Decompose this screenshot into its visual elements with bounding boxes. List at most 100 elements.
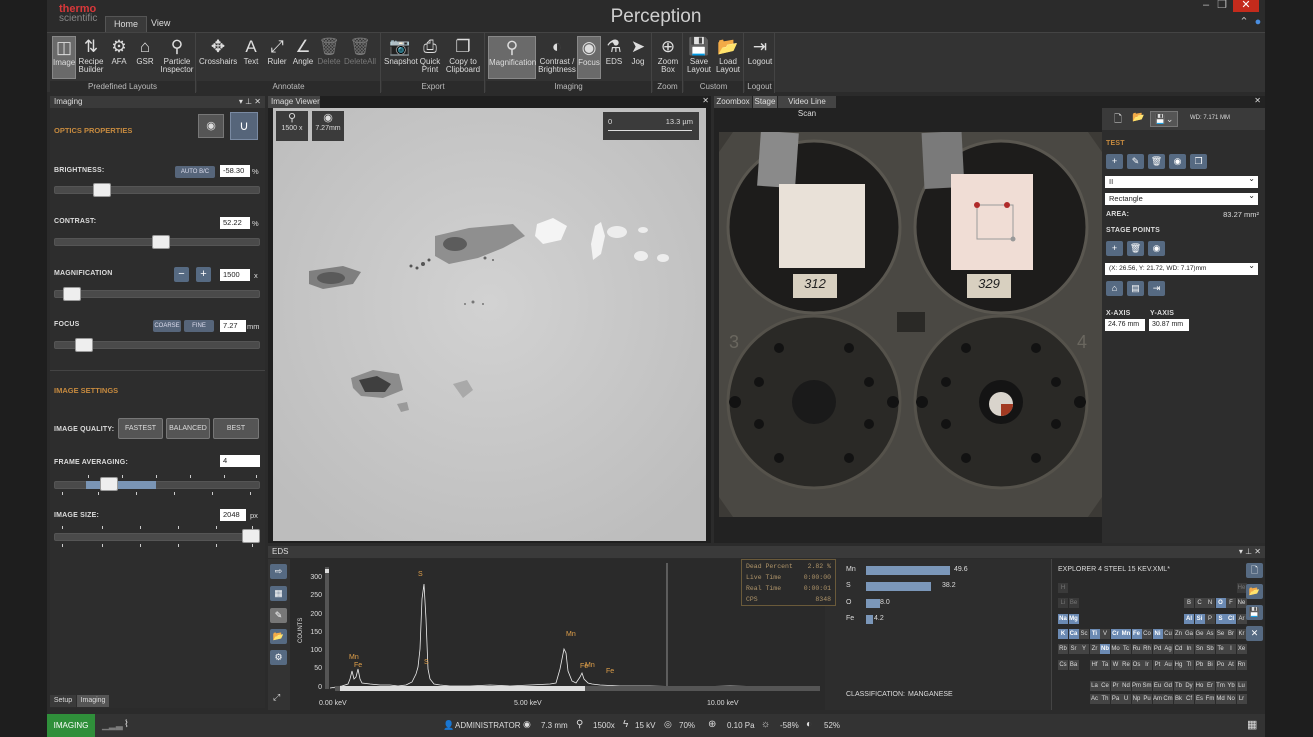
element-rh[interactable]: Rh — [1142, 644, 1152, 655]
save-layout-button[interactable]: 💾 Save Layout — [686, 36, 712, 79]
copy-clipboard-button[interactable]: ❐ Copy to Clipboard — [444, 36, 482, 79]
element-po[interactable]: Po — [1215, 659, 1226, 670]
energy-scroll-thumb[interactable] — [340, 686, 585, 691]
element-zn[interactable]: Zn — [1173, 628, 1184, 639]
quality-balanced-button[interactable]: BALANCED — [166, 418, 210, 439]
element-sb[interactable]: Sb — [1205, 644, 1215, 655]
delete-point-button[interactable]: 🗑 — [1127, 241, 1144, 256]
element-fe[interactable]: Fe — [1131, 628, 1142, 639]
close-icon[interactable]: ✕ — [1254, 96, 1261, 105]
magnification-button[interactable]: ⚲ Magnification — [488, 36, 536, 79]
element-i[interactable]: I — [1226, 644, 1236, 655]
element-p[interactable]: P — [1205, 613, 1215, 624]
stage-point-dropdown[interactable]: (X: 26.56, Y: 21.72, WD: 7.17)mm — [1105, 260, 1258, 275]
region-dropdown[interactable]: II — [1105, 173, 1258, 188]
eds-folder-button[interactable]: 📂 — [270, 629, 287, 644]
tab-setup[interactable]: Setup — [50, 695, 76, 707]
delete-region-button[interactable]: 🗑 — [1148, 154, 1165, 169]
new-file-icon[interactable]: 🗋 — [1114, 112, 1122, 129]
x-axis-value[interactable]: 24.76 mm — [1105, 319, 1145, 331]
element-as[interactable]: As — [1205, 628, 1215, 639]
element-li[interactable]: Li — [1058, 598, 1068, 609]
element-au[interactable]: Au — [1163, 659, 1173, 670]
element-zr[interactable]: Zr — [1089, 644, 1100, 655]
tab-view[interactable]: View — [143, 16, 178, 32]
panel-controls-icon[interactable]: ▾ ⊥ ✕ — [1239, 546, 1261, 558]
doc-button[interactable]: 🗋 — [1246, 563, 1263, 578]
fine-button[interactable]: FINE — [184, 320, 214, 332]
element-pt[interactable]: Pt — [1152, 659, 1163, 670]
element-tm[interactable]: Tm — [1215, 681, 1226, 691]
eds-acquire-button[interactable]: ⇨ — [270, 564, 287, 579]
element-es[interactable]: Es — [1194, 694, 1205, 704]
element-ba[interactable]: Ba — [1068, 659, 1079, 670]
delete-all-button[interactable]: 🗑 DeleteAll — [343, 36, 377, 79]
element-ce[interactable]: Ce — [1100, 681, 1110, 691]
gsr-button[interactable]: ⌂ GSR — [133, 36, 157, 79]
element-bi[interactable]: Bi — [1205, 659, 1215, 670]
element-k[interactable]: K — [1058, 628, 1068, 639]
image-size-thumb[interactable] — [242, 529, 260, 543]
magnification-slider[interactable] — [54, 290, 260, 298]
element-sr[interactable]: Sr — [1068, 644, 1079, 655]
crosshairs-button[interactable]: ✥ Crosshairs — [199, 36, 237, 79]
element-he[interactable]: He — [1236, 583, 1247, 593]
element-b[interactable]: B — [1184, 598, 1194, 609]
image-size-slider[interactable] — [54, 533, 260, 541]
element-er[interactable]: Er — [1205, 681, 1215, 691]
element-pr[interactable]: Pr — [1110, 681, 1121, 691]
image-size-value[interactable]: 2048 — [220, 509, 246, 521]
element-th[interactable]: Th — [1100, 694, 1110, 704]
brightness-value[interactable]: -58.30 — [220, 165, 250, 177]
element-ga[interactable]: Ga — [1184, 628, 1194, 639]
element-mn[interactable]: Mn — [1121, 628, 1131, 639]
tab-video-line-scan[interactable]: Video Line Scan — [778, 96, 836, 118]
close-button[interactable]: ✕ — [1233, 0, 1259, 12]
magnification-slider-thumb[interactable] — [63, 287, 82, 301]
element-f[interactable]: F — [1226, 598, 1236, 609]
contrast-slider-thumb[interactable] — [151, 235, 170, 249]
element-ti[interactable]: Ti — [1089, 628, 1100, 639]
focus-value[interactable]: 7.27 — [220, 320, 246, 332]
brightness-slider-thumb[interactable] — [93, 183, 112, 197]
recipe-builder-button[interactable]: ⇅ Recipe Builder — [78, 36, 104, 79]
element-ge[interactable]: Ge — [1194, 628, 1205, 639]
copy-region-button[interactable]: ❐ — [1190, 154, 1207, 169]
wd-readout[interactable]: ◉ 7.27mm — [312, 111, 344, 141]
eye-toggle-button[interactable]: ◉ — [198, 114, 224, 138]
eds-pen-button[interactable]: ✎ — [270, 608, 287, 623]
contrast-brightness-button[interactable]: ◐ Contrast / Brightness — [538, 36, 576, 79]
tab-imaging[interactable]: Imaging — [77, 695, 109, 707]
element-sc[interactable]: Sc — [1079, 628, 1089, 639]
stage-camera-image[interactable]: 312 329 3 4 — [719, 132, 1102, 517]
element-kr[interactable]: Kr — [1236, 628, 1247, 639]
element-y[interactable]: Y — [1079, 644, 1089, 655]
element-ta[interactable]: Ta — [1100, 659, 1110, 670]
jog-button[interactable]: ➤ Jog — [627, 36, 649, 79]
calendar-icon[interactable]: ▦ — [1247, 718, 1257, 731]
element-lu[interactable]: Lu — [1236, 681, 1247, 691]
quality-best-button[interactable]: BEST — [213, 418, 259, 439]
load-layout-button[interactable]: 📂 Load Layout — [714, 36, 742, 79]
element-cr[interactable]: Cr — [1110, 628, 1121, 639]
element-ca[interactable]: Ca — [1068, 628, 1079, 639]
periodic-table[interactable]: H He Li Be B C N O F Ne Na Mg Al Si P S Cl Ar K Ca Sc Ti V Cr Mn… — [1058, 583, 1248, 707]
element-dy[interactable]: Dy — [1184, 681, 1194, 691]
focus-button[interactable]: ◉ Focus — [577, 36, 601, 79]
element-c[interactable]: C — [1194, 598, 1205, 609]
element-yb[interactable]: Yb — [1226, 681, 1236, 691]
edit-region-button[interactable]: ✎ — [1127, 154, 1144, 169]
element-si[interactable]: Si — [1194, 613, 1205, 624]
mag-increase-button[interactable]: + — [196, 267, 211, 282]
save-button[interactable]: 💾 — [1246, 605, 1263, 620]
element-la[interactable]: La — [1089, 681, 1100, 691]
element-hg[interactable]: Hg — [1173, 659, 1184, 670]
frame-averaging-slider[interactable] — [54, 481, 260, 489]
element-pb[interactable]: Pb — [1194, 659, 1205, 670]
element-nd[interactable]: Nd — [1121, 681, 1131, 691]
home-stage-button[interactable]: ⌂ — [1106, 281, 1123, 296]
element-at[interactable]: At — [1226, 659, 1236, 670]
element-al[interactable]: Al — [1184, 613, 1194, 624]
element-ne[interactable]: Ne — [1236, 598, 1247, 609]
element-ni[interactable]: Ni — [1152, 628, 1163, 639]
